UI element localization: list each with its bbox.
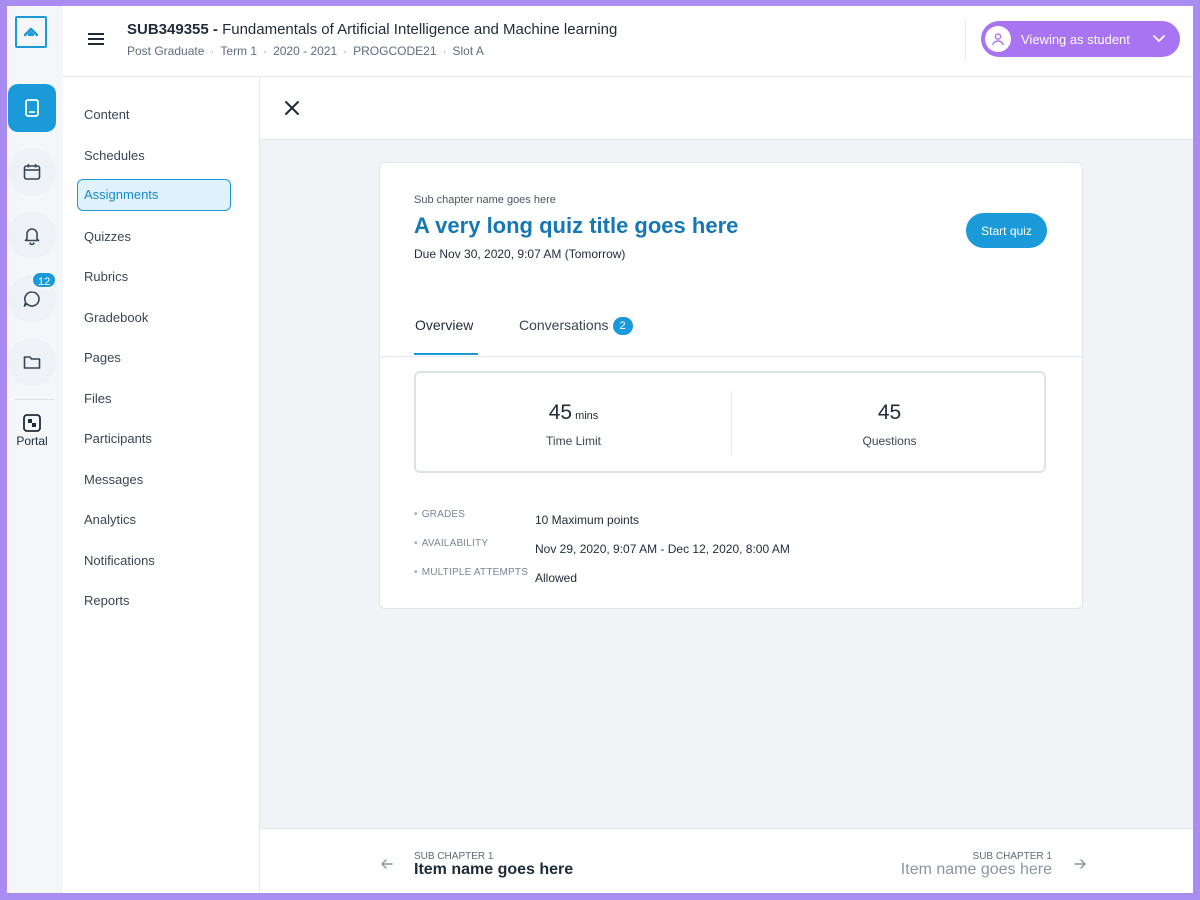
sidebar-item-assignments[interactable]: Assignments [77, 179, 231, 211]
portal-icon [23, 414, 41, 432]
hamburger-icon[interactable] [85, 28, 107, 50]
detail-key-availability: • AVAILABILITY [414, 538, 489, 549]
logo-icon[interactable] [15, 16, 47, 48]
questions-stat: 45 Questions [732, 373, 1047, 471]
sidebar-item-messages[interactable]: Messages [77, 464, 231, 496]
course-meta: Post Graduate · Term 1 · 2020 - 2021 · PROGCOD… [127, 44, 484, 58]
bell-icon [24, 228, 40, 245]
course-sidebar: Content Schedules Assignments Quizzes Ru… [63, 77, 260, 893]
rail-notifications-button[interactable] [8, 211, 56, 259]
sidebar-item-quizzes[interactable]: Quizzes [77, 221, 231, 253]
course-program: PROGCODE21 [353, 44, 437, 58]
quiz-stats: 45 mins Time Limit 45 Questions [414, 371, 1046, 473]
course-title: SUB349355 - Fundamentals of Artificial I… [127, 21, 617, 38]
arrow-right-icon[interactable] [1073, 857, 1087, 874]
sidebar-item-analytics[interactable]: Analytics [77, 504, 231, 536]
header-divider [965, 20, 966, 60]
sidebar-item-notifications[interactable]: Notifications [77, 545, 231, 577]
due-date: Due Nov 30, 2020, 9:07 AM (Tomorrow) [414, 247, 626, 261]
detail-value-availability: Nov 29, 2020, 9:07 AM - Dec 12, 2020, 8:… [535, 542, 790, 556]
course-slot: Slot A [452, 44, 484, 58]
portal-button[interactable]: Portal [7, 414, 57, 448]
sidebar-item-rubrics[interactable]: Rubrics [77, 261, 231, 293]
sidebar-item-schedules[interactable]: Schedules [77, 140, 231, 172]
rail-course-button[interactable] [8, 84, 56, 132]
content-toolbar [260, 77, 1193, 140]
prev-item-link[interactable]: Item name goes here [414, 861, 573, 879]
course-code: SUB349355 - [127, 21, 218, 38]
sidebar-item-pages[interactable]: Pages [77, 342, 231, 374]
sidebar-item-files[interactable]: Files [77, 383, 231, 415]
tab-overview[interactable]: Overview [415, 317, 473, 333]
course-year: 2020 - 2021 [273, 44, 338, 58]
chat-icon [23, 291, 40, 307]
course-term: Term 1 [220, 44, 258, 58]
top-header: SUB349355 - Fundamentals of Artificial I… [63, 6, 1193, 77]
viewing-as-dropdown[interactable]: Viewing as student [981, 21, 1180, 57]
sidebar-item-participants[interactable]: Participants [77, 423, 231, 455]
calendar-icon [23, 164, 41, 180]
icon-rail: 12 Portal [7, 6, 64, 893]
sidebar-item-reports[interactable]: Reports [77, 585, 231, 617]
tab-conversations-label: Conversations [519, 317, 609, 333]
course-name: Fundamentals of Artificial Intelligence … [222, 21, 618, 38]
app-window: 12 Portal SUB349355 - Fundamentals of Ar… [7, 6, 1193, 893]
detail-value-grades: 10 Maximum points [535, 513, 640, 527]
rail-files-button[interactable] [8, 338, 56, 386]
quiz-title: A very long quiz title goes here [414, 213, 739, 238]
time-limit-stat: 45 mins Time Limit [416, 373, 731, 471]
detail-key-grades: • GRADES [414, 509, 466, 520]
sub-chapter-name: Sub chapter name goes here [414, 194, 556, 206]
rail-calendar-button[interactable] [8, 148, 56, 196]
time-limit-unit: mins [575, 410, 599, 422]
tab-overview-label: Overview [415, 317, 474, 333]
close-icon[interactable] [282, 98, 302, 118]
book-icon [25, 99, 39, 117]
arrow-left-icon[interactable] [380, 857, 394, 874]
detail-key-multiple-attempts: • MULTIPLE ATTEMPTS [414, 567, 529, 578]
course-level: Post Graduate [127, 44, 205, 58]
quiz-card: Sub chapter name goes here A very long q… [379, 162, 1083, 609]
time-limit-value: 45 [548, 401, 573, 424]
time-limit-label: Time Limit [546, 434, 601, 448]
active-tab-indicator [414, 353, 478, 355]
item-pager: SUB CHAPTER 1 Item name goes here SUB CH… [260, 828, 1193, 893]
tab-conversations[interactable]: Conversations 2 [519, 317, 633, 335]
messages-badge: 12 [31, 271, 58, 289]
user-icon [985, 26, 1011, 52]
sidebar-item-gradebook[interactable]: Gradebook [77, 302, 231, 334]
rail-divider [15, 399, 55, 400]
portal-label: Portal [16, 434, 48, 448]
quiz-tabs: Overview Conversations 2 [380, 303, 1082, 357]
questions-label: Questions [862, 434, 917, 448]
chevron-down-icon [1152, 31, 1166, 48]
sidebar-item-content[interactable]: Content [77, 99, 231, 131]
folder-icon [23, 356, 41, 369]
viewing-label: Viewing as student [1021, 31, 1130, 47]
questions-value: 45 [877, 401, 902, 424]
conversations-count-badge: 2 [612, 317, 633, 335]
start-quiz-button[interactable]: Start quiz [966, 213, 1047, 248]
detail-value-multiple-attempts: Allowed [535, 571, 578, 585]
next-item-link[interactable]: Item name goes here [901, 861, 1052, 879]
